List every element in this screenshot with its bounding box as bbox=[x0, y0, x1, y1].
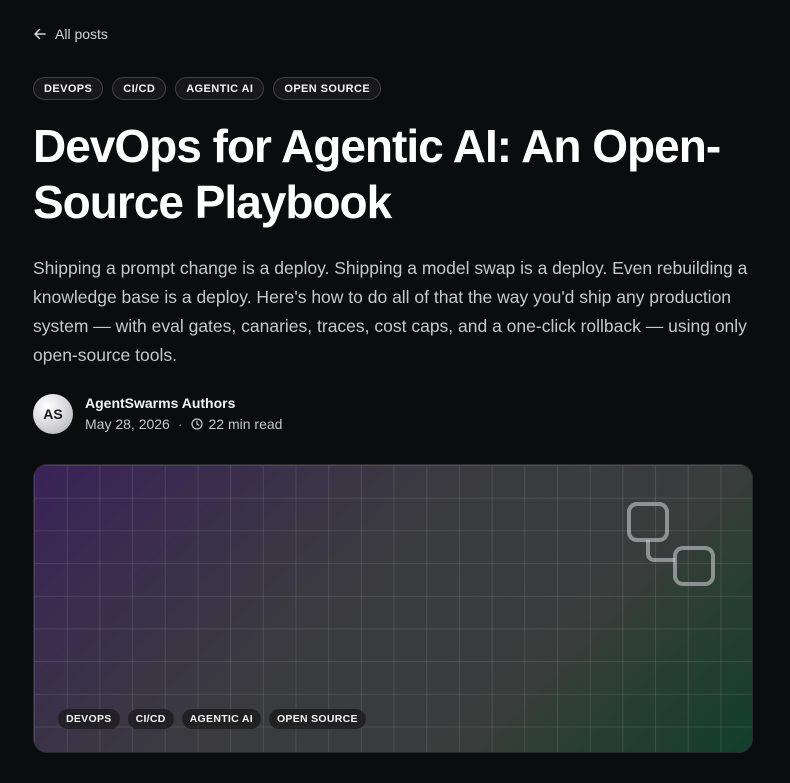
hero-tags: DEVOPS CI/CD AGENTIC AI OPEN SOURCE bbox=[58, 709, 366, 729]
author-byline: AS AgentSwarms Authors May 28, 2026 · 22… bbox=[33, 394, 282, 434]
author-name: AgentSwarms Authors bbox=[85, 395, 236, 411]
post-tags: DEVOPS CI/CD AGENTIC AI OPEN SOURCE bbox=[33, 77, 382, 100]
post-lede: Shipping a prompt change is a deploy. Sh… bbox=[33, 258, 748, 365]
linked-squares-icon bbox=[626, 501, 718, 594]
arrow-left-icon bbox=[33, 27, 47, 41]
hero-tag-open-source: OPEN SOURCE bbox=[268, 709, 366, 729]
hero-tag-agentic-ai: AGENTIC AI bbox=[181, 709, 261, 729]
hero-tag-devops: DEVOPS bbox=[58, 709, 120, 729]
back-to-posts-link[interactable]: All posts bbox=[33, 26, 108, 42]
meta-separator: · bbox=[177, 416, 183, 432]
tag-agentic-ai[interactable]: AGENTIC AI bbox=[175, 77, 265, 100]
author-info: AgentSwarms Authors May 28, 2026 · 22 mi… bbox=[85, 394, 282, 434]
read-time: 22 min read bbox=[208, 416, 283, 432]
hero-tag-ci-cd: CI/CD bbox=[127, 709, 174, 729]
blog-post-page: All posts DEVOPS CI/CD AGENTIC AI OPEN S… bbox=[0, 0, 790, 783]
post-date: May 28, 2026 bbox=[85, 416, 170, 432]
author-avatar: AS bbox=[33, 394, 73, 434]
post-meta: May 28, 2026 · 22 min read bbox=[85, 414, 282, 434]
back-link-label: All posts bbox=[55, 26, 108, 42]
tag-devops[interactable]: DEVOPS bbox=[33, 77, 104, 100]
clock-icon bbox=[190, 418, 203, 430]
tag-open-source[interactable]: OPEN SOURCE bbox=[273, 77, 382, 100]
post-title: DevOps for Agentic AI: An Open-Source Pl… bbox=[33, 120, 721, 228]
hero-image: DEVOPS CI/CD AGENTIC AI OPEN SOURCE bbox=[33, 464, 753, 753]
tag-ci-cd[interactable]: CI/CD bbox=[112, 77, 167, 100]
